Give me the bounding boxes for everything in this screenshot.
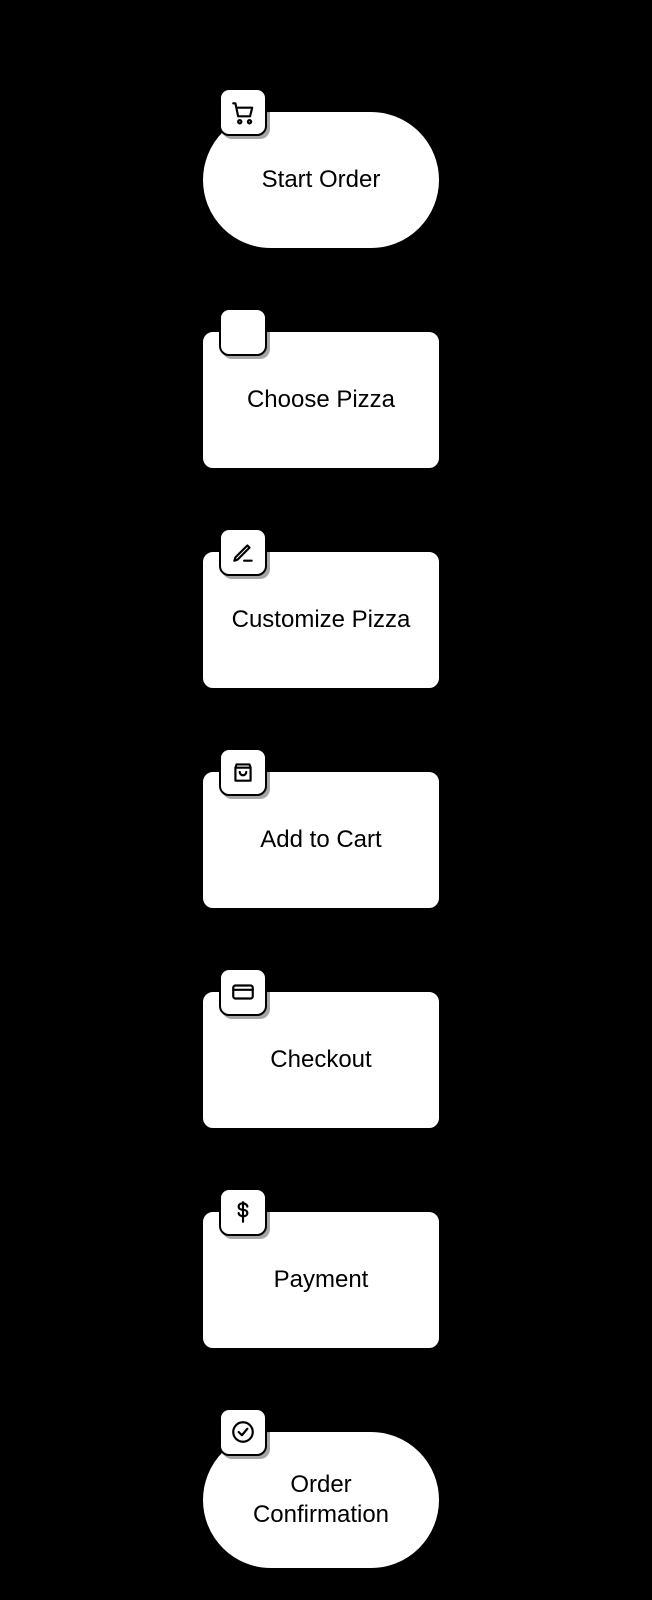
node-label: Start Order: [262, 165, 381, 195]
node-label: Checkout: [270, 1045, 371, 1075]
connector: [325, 1356, 327, 1412]
flowchart: Start Order Choose Pizza Customize Pizza…: [196, 110, 456, 1580]
connector: [325, 476, 327, 532]
node-choose-pizza: Choose Pizza: [201, 330, 451, 480]
node-order-confirmation: Order Confirmation: [201, 1430, 451, 1580]
node-start-order: Start Order: [201, 110, 451, 260]
node-label: Customize Pizza: [232, 605, 411, 635]
node-add-to-cart: Add to Cart: [201, 770, 451, 920]
node-label: Add to Cart: [260, 825, 381, 855]
connector: [325, 696, 327, 752]
connector: [325, 916, 327, 972]
cart-icon: [219, 88, 267, 136]
node-checkout: Checkout: [201, 990, 451, 1140]
card-icon: [219, 968, 267, 1016]
node-label: Order Confirmation: [223, 1470, 419, 1530]
connector: [325, 256, 327, 312]
node-customize-pizza: Customize Pizza: [201, 550, 451, 700]
check-icon: [219, 1408, 267, 1456]
blank-icon: [219, 308, 267, 356]
node-label: Choose Pizza: [247, 385, 395, 415]
node-label: Payment: [274, 1265, 369, 1295]
node-payment: Payment: [201, 1210, 451, 1360]
connector: [325, 1136, 327, 1192]
bag-icon: [219, 748, 267, 796]
dollar-icon: [219, 1188, 267, 1236]
pencil-icon: [219, 528, 267, 576]
